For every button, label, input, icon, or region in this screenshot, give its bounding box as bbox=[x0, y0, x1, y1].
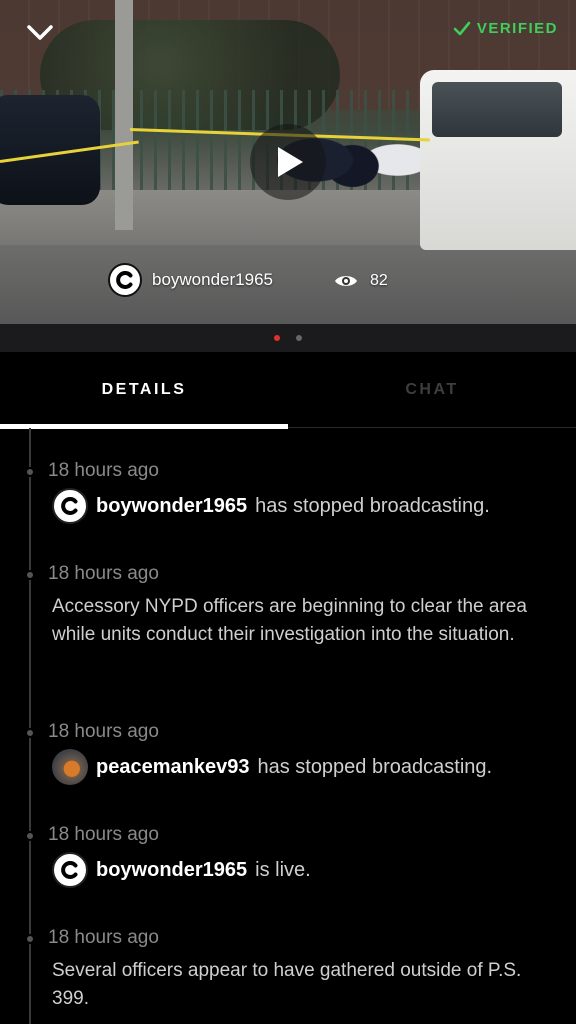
tab-details[interactable]: DETAILS bbox=[0, 352, 288, 429]
play-button[interactable] bbox=[250, 124, 326, 200]
verified-badge: VERIFIED bbox=[453, 20, 558, 37]
verified-label: VERIFIED bbox=[476, 20, 558, 37]
checkmark-icon bbox=[453, 21, 471, 35]
timeline-dot bbox=[25, 570, 35, 580]
citizen-logo-icon bbox=[52, 488, 88, 524]
avatar[interactable] bbox=[52, 749, 88, 785]
timeline-dot bbox=[25, 728, 35, 738]
view-count: 82 bbox=[334, 272, 388, 290]
video-player[interactable]: VERIFIED boywonder1965 82 bbox=[0, 0, 576, 324]
timeline-action: is live. bbox=[255, 858, 311, 881]
view-count-value: 82 bbox=[370, 272, 388, 289]
timeline-username[interactable]: boywonder1965 bbox=[96, 859, 247, 882]
tab-bar: DETAILS CHAT bbox=[0, 352, 576, 429]
broadcaster-profile[interactable]: boywonder1965 bbox=[108, 263, 273, 297]
timeline-dot bbox=[25, 934, 35, 944]
carousel-pager bbox=[0, 324, 576, 352]
video-frame-road bbox=[0, 245, 576, 324]
timeline-dot bbox=[25, 467, 35, 477]
tab-chat[interactable]: CHAT bbox=[288, 352, 576, 427]
timeline-username[interactable]: boywonder1965 bbox=[96, 495, 247, 518]
pager-dot-active[interactable] bbox=[274, 335, 280, 341]
citizen-logo-icon bbox=[108, 263, 142, 297]
timeline-action: has stopped broadcasting. bbox=[255, 494, 490, 517]
timeline-timestamp: 18 hours ago bbox=[48, 824, 159, 845]
timeline-timestamp: 18 hours ago bbox=[48, 563, 159, 584]
timeline-username[interactable]: peacemankev93 bbox=[96, 756, 249, 779]
timeline-action: has stopped broadcasting. bbox=[257, 755, 493, 778]
video-frame-van-window bbox=[432, 82, 562, 137]
broadcaster-username: boywonder1965 bbox=[152, 270, 273, 289]
timeline-update-text: Several officers appear to have gathered… bbox=[52, 960, 522, 1009]
timeline-timestamp: 18 hours ago bbox=[48, 927, 159, 948]
timeline-dot bbox=[25, 831, 35, 841]
collapse-button[interactable] bbox=[24, 18, 56, 46]
timeline-timestamp: 18 hours ago bbox=[48, 721, 159, 742]
pager-dot[interactable] bbox=[296, 335, 302, 341]
timeline-update-text: Accessory NYPD officers are beginning to… bbox=[52, 596, 527, 645]
timeline-timestamp: 18 hours ago bbox=[48, 460, 159, 481]
citizen-logo-icon bbox=[52, 852, 88, 888]
details-timeline: 18 hours ago boywonder1965 has stopped b… bbox=[0, 428, 576, 1024]
eye-icon bbox=[335, 276, 357, 286]
chevron-down-icon bbox=[27, 25, 53, 40]
video-frame-pole bbox=[115, 0, 133, 230]
play-icon bbox=[278, 147, 303, 177]
